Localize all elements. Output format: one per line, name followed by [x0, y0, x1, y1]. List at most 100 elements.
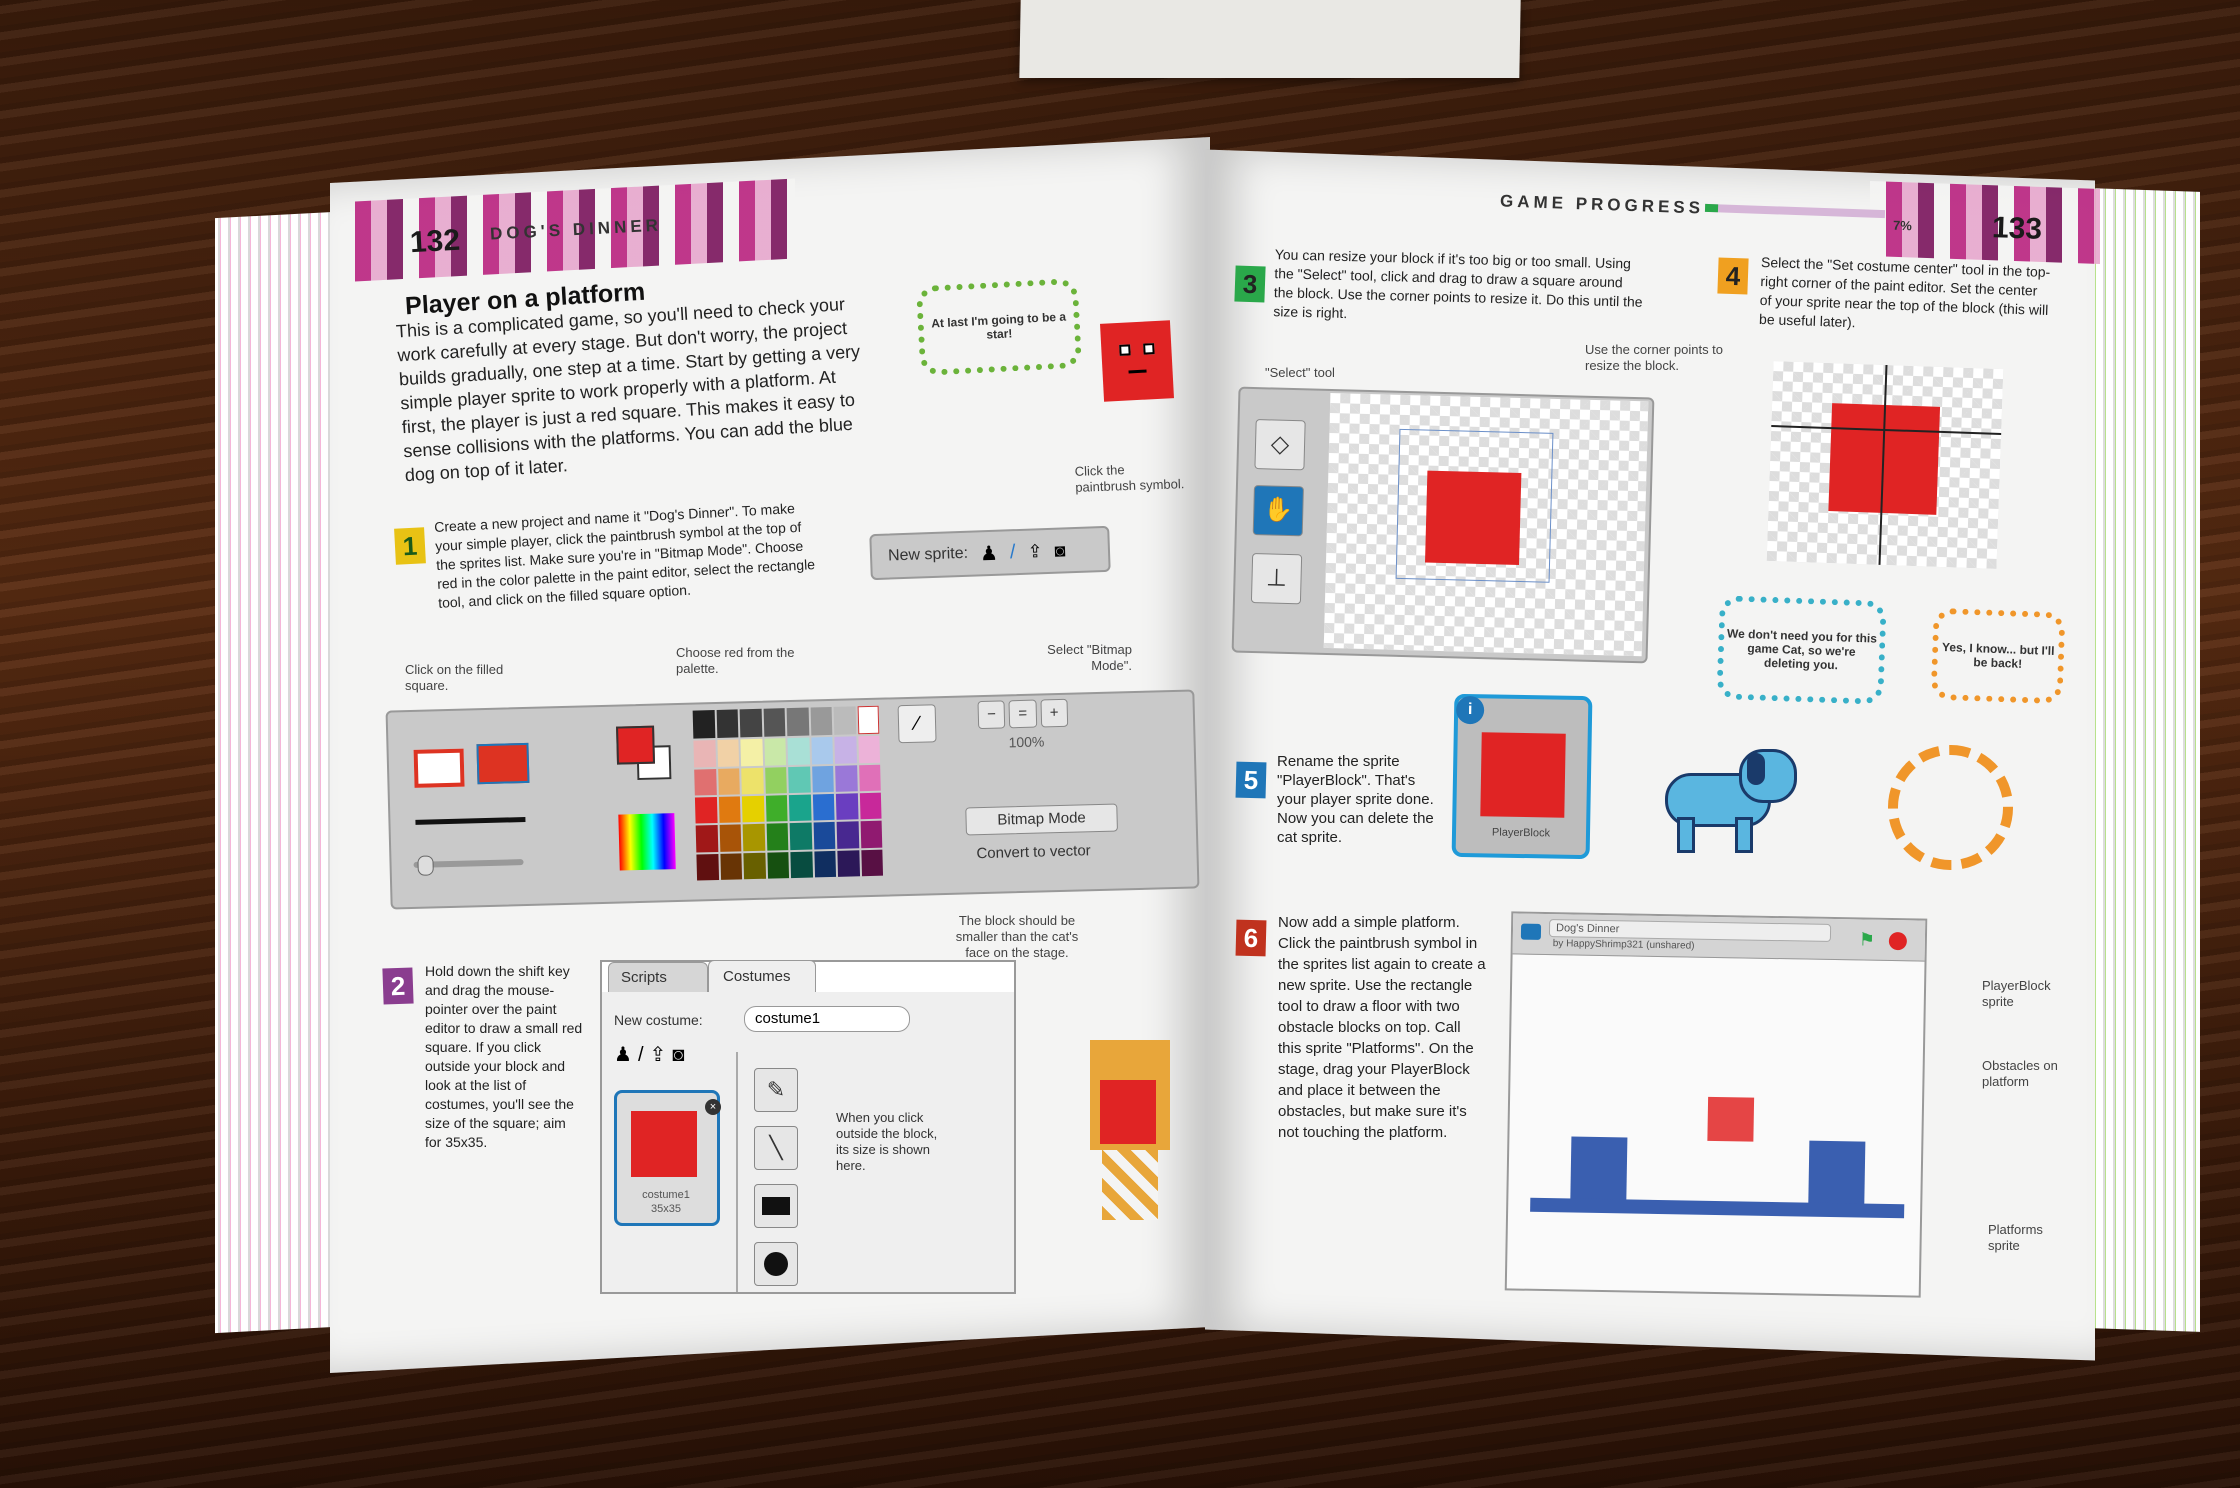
- costumes-editor: Scripts Costumes New costume: costume1 ♟…: [600, 960, 1016, 1294]
- zoom-in-icon[interactable]: +: [1040, 698, 1069, 728]
- select-hand-icon[interactable]: ✋: [1252, 485, 1304, 537]
- caption-obstacles: Obstacles on platform: [1982, 1058, 2058, 1089]
- stage-title-bar: Dog's Dinner by HappyShrimp321 (unshared…: [1512, 913, 1926, 962]
- paintbrush-icon[interactable]: /: [638, 1044, 650, 1066]
- sprite-name: PlayerBlock: [1491, 826, 1551, 840]
- costume-thumbnail[interactable]: costume1 35x35 ×: [614, 1090, 721, 1226]
- costume-name-field[interactable]: costume1: [744, 1006, 910, 1032]
- caption-bitmap-mode: Select "Bitmap Mode".: [1047, 642, 1132, 673]
- step6-text: Now add a simple platform. Click the pai…: [1278, 914, 1486, 1141]
- tab-scripts[interactable]: Scripts: [608, 962, 708, 994]
- selection-box[interactable]: [1395, 428, 1554, 583]
- green-flag-icon[interactable]: ⚑: [1859, 929, 1875, 950]
- step-number-5: 5: [1235, 761, 1267, 799]
- page-edges-right: [2090, 188, 2200, 1332]
- slider-handle[interactable]: [417, 855, 434, 876]
- fullscreen-icon[interactable]: [1520, 923, 1542, 940]
- caption-playerblock-sprite: PlayerBlock sprite: [1982, 978, 2051, 1009]
- upload-icon[interactable]: ⇪: [650, 1044, 673, 1066]
- eraser-icon[interactable]: ◇: [1254, 419, 1306, 471]
- camera-icon[interactable]: ◙: [672, 1044, 690, 1066]
- cyan-speech-bubble: We don't need you for this game Cat, so …: [1716, 595, 1887, 705]
- primary-color-swatch[interactable]: [616, 725, 656, 765]
- upload-icon[interactable]: ⇪: [1027, 541, 1043, 563]
- zoom-level: 100%: [1008, 733, 1045, 751]
- right-page-number: 133: [1991, 211, 2043, 246]
- convert-to-vector-button[interactable]: Convert to vector: [976, 842, 1091, 862]
- costume-red-square: [631, 1111, 697, 1177]
- info-icon[interactable]: i: [1455, 695, 1485, 725]
- choose-costume-icon[interactable]: ♟: [614, 1044, 638, 1066]
- dog-leg: [1677, 817, 1695, 853]
- caption-choose-red: Choose red from the palette.: [676, 645, 795, 676]
- caption-corner-points: Use the corner points to resize the bloc…: [1585, 342, 1724, 373]
- bitmap-mode-button[interactable]: Bitmap Mode: [965, 803, 1118, 836]
- line-tool-icon[interactable]: ╲: [754, 1126, 798, 1170]
- new-sprite-label: New sprite:: [887, 544, 969, 565]
- paper-strip: [1019, 0, 1521, 78]
- paint-editor-toolbar: ⁄ − = + 100% Bitmap Mode Convert to vect…: [385, 689, 1200, 910]
- filled-rect-option[interactable]: [476, 742, 530, 785]
- caption-smaller-than-cat: The block should be smaller than the cat…: [955, 913, 1079, 960]
- left-page-number: 132: [409, 223, 461, 260]
- orange-bubble-text: Yes, I know... but I'll be back!: [1941, 640, 2055, 671]
- costume-center-canvas[interactable]: [1766, 361, 2004, 569]
- cyan-bubble-text: We don't need you for this game Cat, so …: [1726, 626, 1878, 673]
- select-tool-editor: ◇ ✋ ⊥: [1231, 386, 1655, 664]
- paintbrush-icon[interactable]: /: [1010, 541, 1016, 564]
- zoom-reset-icon[interactable]: =: [1008, 699, 1037, 729]
- outline-rect-option[interactable]: [413, 748, 465, 788]
- tab-costumes[interactable]: Costumes: [708, 960, 816, 993]
- step1-text: Create a new project and name it "Dog's …: [433, 500, 816, 611]
- color-spectrum[interactable]: [618, 813, 676, 871]
- progress-bar-fill: [1704, 203, 1718, 213]
- step5-text: Rename the sprite "PlayerBlock". That's …: [1277, 753, 1434, 846]
- new-costume-icons: ♟/⇪◙: [614, 1042, 690, 1067]
- new-sprite-bar: New sprite: ♟ / ⇪ ◙: [869, 525, 1111, 581]
- blue-dog: [1655, 745, 1797, 855]
- choose-sprite-icon[interactable]: ♟: [980, 540, 999, 566]
- zoom-controls: − = +: [977, 698, 1069, 730]
- eye-icon: [1143, 343, 1155, 355]
- project-author: by HappyShrimp321 (unshared): [1552, 938, 1695, 952]
- page-edges-left: [215, 211, 335, 1334]
- step3-text: You can resize your block if it's too bi…: [1273, 246, 1643, 322]
- sprite-thumbnail[interactable]: i PlayerBlock: [1451, 693, 1593, 860]
- costume-size: 35x35: [651, 1203, 681, 1215]
- bubble-text: At last I'm going to be a star!: [930, 309, 1067, 342]
- eyedropper-icon[interactable]: ⁄: [897, 704, 937, 744]
- brush-tool-icon[interactable]: ✎: [754, 1068, 798, 1112]
- step-number-1: 1: [394, 527, 426, 565]
- brush-size-slider[interactable]: [413, 855, 524, 876]
- camera-icon[interactable]: ◙: [1054, 540, 1066, 561]
- stage-playerblock[interactable]: [1707, 1096, 1755, 1142]
- caption-platforms-sprite: Platforms sprite: [1988, 1222, 2043, 1253]
- obstacle-right: [1808, 1140, 1866, 1206]
- stop-icon[interactable]: [1888, 931, 1908, 951]
- stamp-icon[interactable]: ⊥: [1250, 553, 1303, 605]
- paint-canvas[interactable]: [1323, 393, 1649, 657]
- intro-text: This is a complicated game, so you'll ne…: [395, 294, 861, 486]
- stage-window: Dog's Dinner by HappyShrimp321 (unshared…: [1504, 911, 1928, 1298]
- cat-body: [1102, 1150, 1158, 1220]
- step-number-3: 3: [1234, 265, 1266, 303]
- caption-select-tool: "Select" tool: [1265, 365, 1335, 380]
- ellipse-tool-icon[interactable]: [754, 1242, 798, 1286]
- red-block-character: [1100, 320, 1174, 402]
- costumes-panel: New costume: costume1 ♟/⇪◙ costume1 35x3…: [602, 992, 1014, 1292]
- pixel-cat: [1080, 1030, 1180, 1230]
- selected-red-block: [1425, 470, 1522, 566]
- delete-costume-icon[interactable]: ×: [705, 1099, 721, 1115]
- orange-burst-icon: [1888, 745, 2013, 870]
- dog-ear: [1747, 753, 1765, 785]
- step-number-2: 2: [382, 967, 414, 1005]
- rectangle-tool-icon[interactable]: [754, 1184, 798, 1228]
- divider: [736, 1052, 738, 1292]
- caption-paintbrush: Click the paintbrush symbol.: [1074, 462, 1185, 495]
- zoom-out-icon[interactable]: −: [977, 700, 1006, 730]
- step2-text: Hold down the shift key and drag the mou…: [425, 963, 583, 1150]
- caption-size-shown: When you click outside the block, its si…: [836, 1110, 938, 1173]
- color-palette[interactable]: [692, 705, 884, 881]
- step4-text: Select the "Set costume center" tool in …: [1758, 253, 2051, 331]
- orange-speech-bubble: Yes, I know... but I'll be back!: [1930, 607, 2066, 705]
